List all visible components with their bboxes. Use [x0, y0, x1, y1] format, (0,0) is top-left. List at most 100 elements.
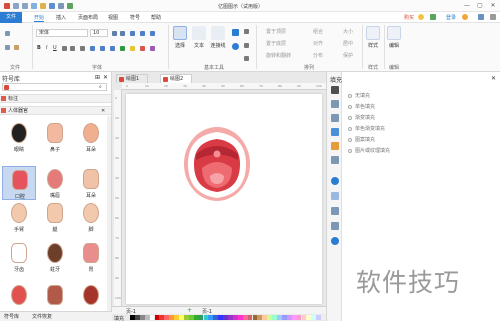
connector-tool-button[interactable]: 连接线 [209, 26, 227, 49]
decrease-font-icon[interactable] [120, 31, 125, 36]
font-name-select[interactable]: 宋体 [36, 29, 88, 37]
italic-icon[interactable]: I [46, 45, 47, 51]
text-color-icon[interactable] [120, 46, 125, 51]
navigation-icon[interactable] [331, 177, 339, 185]
mouth-illustration[interactable] [126, 94, 322, 304]
menu-view[interactable]: 视图 [108, 14, 118, 21]
redo-icon[interactable] [22, 3, 28, 9]
share-icon[interactable] [430, 14, 436, 20]
fill-option-pattern[interactable]: 图案填充 [348, 136, 375, 143]
bold-icon[interactable]: B [37, 45, 41, 51]
bring-to-front-button[interactable]: 置于顶层 [266, 28, 286, 35]
line-tool-icon[interactable] [331, 100, 339, 108]
save-icon[interactable] [49, 3, 55, 9]
add-page-button[interactable]: + [187, 307, 192, 314]
clear-format-icon[interactable] [150, 46, 155, 51]
superscript-icon[interactable] [70, 46, 75, 51]
symbol-item[interactable]: 耳朵 [74, 120, 108, 154]
align-center-icon[interactable] [100, 46, 105, 51]
hyperlink-icon[interactable] [331, 207, 339, 215]
align-button[interactable]: 对齐 [313, 40, 323, 47]
minimize-button[interactable]: — [462, 2, 472, 10]
help-icon[interactable] [331, 237, 339, 245]
collapse-ribbon-icon[interactable] [490, 14, 496, 20]
library-search-input[interactable]: ⌕ [2, 83, 107, 91]
search-icon[interactable]: ⌕ [99, 84, 102, 90]
image-tool-icon[interactable] [331, 128, 339, 136]
close-fill-panel-icon[interactable]: ✕ [491, 75, 496, 82]
copy-icon[interactable] [5, 45, 10, 50]
symbol-item[interactable]: 嘴唇 [38, 166, 72, 200]
export-icon[interactable] [67, 3, 73, 9]
align-left-icon[interactable] [90, 46, 95, 51]
print-icon[interactable] [58, 3, 64, 9]
pin-icon[interactable]: ⊞ [95, 74, 100, 81]
select-tool-button[interactable]: 选择 [172, 26, 188, 49]
rotate-flip-button[interactable]: 旋转和翻转 [266, 52, 291, 59]
comment-icon[interactable] [331, 222, 339, 230]
bullet-list-icon[interactable] [130, 31, 135, 36]
edit-button[interactable]: 编辑 [386, 26, 402, 49]
protect-button[interactable]: 保护 [343, 52, 353, 59]
symbol-item[interactable]: 耳朵 [74, 166, 108, 200]
data-icon[interactable] [331, 192, 339, 200]
fill-option-solid[interactable]: 单色填充 [348, 103, 375, 110]
menu-home[interactable]: 开始 [34, 14, 45, 22]
tab-drawing-1[interactable]: 绘图1 [116, 74, 149, 83]
text-align-icon[interactable] [150, 31, 155, 36]
tab-symbol-library[interactable]: 符号库 [4, 313, 19, 320]
symbol-item[interactable]: 胃 [74, 240, 108, 274]
close-section-icon[interactable]: ✕ [101, 107, 105, 115]
color-palette-bar[interactable]: 填充 [112, 314, 326, 321]
buy-link[interactable]: 购买 [404, 14, 414, 21]
size-button[interactable]: 大小 [343, 28, 353, 35]
symbol-item[interactable]: 手臂 [2, 200, 36, 234]
login-link[interactable]: 登录 [446, 14, 456, 21]
tab-drawing-2[interactable]: 绘图2 [160, 74, 193, 83]
user-icon[interactable] [462, 14, 468, 20]
menu-file[interactable]: 文件 [0, 12, 22, 23]
symbol-item[interactable]: 眼睛 [2, 120, 36, 154]
property-tool-icon[interactable] [331, 156, 339, 164]
font-size-select[interactable]: 10 [90, 29, 108, 37]
new-file-icon[interactable] [31, 3, 37, 9]
menu-symbols[interactable]: 符号 [130, 14, 140, 21]
distribute-button[interactable]: 分布 [313, 52, 323, 59]
symbol-item[interactable]: 口腔 [2, 166, 36, 200]
section-mark[interactable]: 标注 [0, 94, 111, 103]
menu-page-layout[interactable]: 页面布局 [78, 14, 98, 21]
undo-icon[interactable] [13, 3, 19, 9]
paste-icon[interactable] [14, 45, 19, 50]
fill-option-gradient[interactable]: 渐变填充 [348, 114, 375, 121]
symbol-item[interactable]: 牙齿 [2, 240, 36, 274]
pen-icon[interactable] [244, 29, 249, 34]
send-to-back-button[interactable]: 置于底层 [266, 40, 286, 47]
style-button[interactable]: 样式 [365, 26, 381, 49]
line-icon[interactable] [232, 43, 239, 50]
text-tool-button[interactable]: 文本 [191, 26, 207, 49]
open-folder-icon[interactable] [40, 3, 46, 9]
fill-option-single-gradient[interactable]: 单色渐变填充 [348, 125, 385, 132]
tab-file-recovery[interactable]: 文件恢复 [32, 313, 52, 320]
close-button[interactable]: ✕ [488, 2, 498, 10]
strikethrough-icon[interactable] [62, 46, 67, 51]
shadow-tool-icon[interactable] [331, 114, 339, 122]
menu-insert[interactable]: 插入 [56, 14, 66, 21]
increase-font-icon[interactable] [112, 31, 117, 36]
drawing-page[interactable] [126, 94, 322, 304]
layer-tool-icon[interactable] [331, 142, 339, 150]
library-scrollbar[interactable] [107, 116, 111, 316]
align-right-icon[interactable] [110, 46, 115, 51]
highlight-icon[interactable] [130, 46, 135, 51]
underline-icon[interactable]: U [53, 45, 57, 51]
shape-icon[interactable] [232, 29, 239, 36]
symbol-item[interactable]: 鼻子 [38, 120, 72, 154]
numbered-list-icon[interactable] [140, 31, 145, 36]
menu-help[interactable]: 帮助 [151, 14, 161, 21]
section-body[interactable]: 人体器官 ✕ [0, 106, 111, 115]
pencil-icon[interactable] [244, 43, 249, 48]
symbol-item[interactable]: 脚 [74, 200, 108, 234]
maximize-button[interactable]: ▢ [475, 2, 485, 10]
font-color-icon[interactable] [140, 46, 145, 51]
symbol-item[interactable]: 腿 [38, 200, 72, 234]
